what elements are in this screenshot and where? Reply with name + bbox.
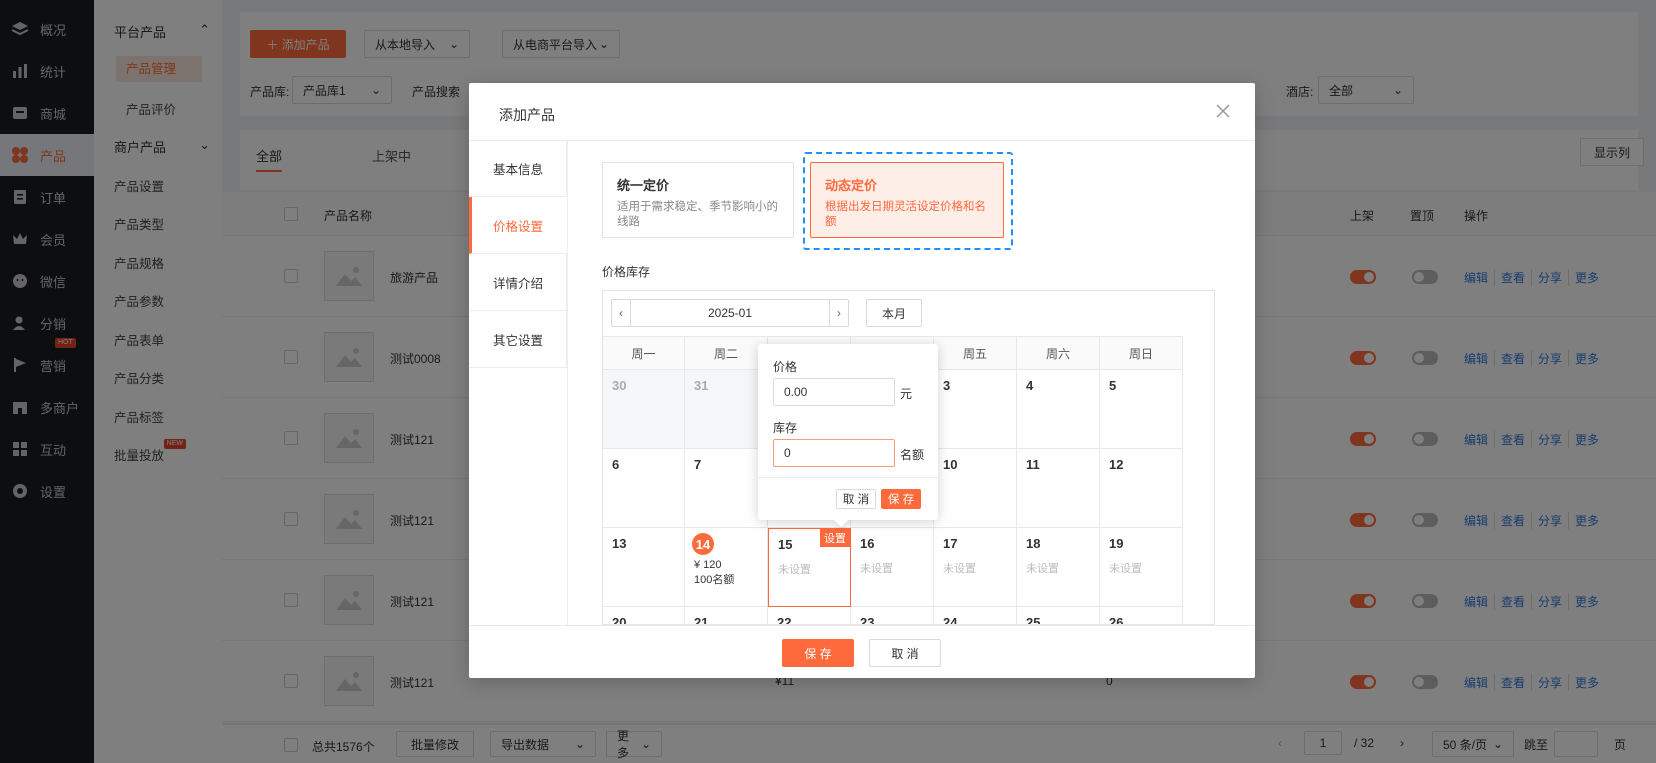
pricing-option-uniform[interactable]: 统一定价 适用于需求稳定、季节影响小的线路 — [602, 162, 794, 238]
calendar-day[interactable]: 14 ¥ 120 100名额 — [685, 528, 768, 607]
unset-label: 未设置 — [1026, 563, 1059, 575]
stock-label: 库存 — [773, 421, 798, 435]
tab-price-settings[interactable]: 价格设置 — [469, 197, 567, 254]
tab-detail[interactable]: 详情介绍 — [469, 254, 567, 311]
day-stock: 100名额 — [694, 574, 735, 586]
tab-basic-info[interactable]: 基本信息 — [469, 140, 567, 197]
calendar-day[interactable]: 23 — [851, 607, 934, 624]
calendar-day[interactable]: 21 — [685, 607, 768, 624]
close-icon[interactable] — [1213, 101, 1233, 121]
stock-input[interactable]: 0 — [773, 439, 895, 467]
weekday-header: 周五 — [934, 336, 1017, 370]
calendar-day[interactable]: 25 — [1017, 607, 1100, 624]
option-title: 动态定价 — [825, 178, 878, 193]
calendar-day[interactable]: 12 — [1100, 449, 1183, 528]
price-unit: 元 — [900, 387, 913, 401]
calendar-day[interactable]: 15 设置 未设置 — [768, 528, 851, 607]
this-month-button[interactable]: 本月 — [866, 299, 922, 327]
calendar-day[interactable]: 20 — [603, 607, 685, 624]
price-input[interactable]: 0.00 — [773, 378, 895, 406]
option-desc: 适用于需求稳定、季节影响小的线路 — [617, 201, 778, 228]
calendar-day[interactable]: 10 — [934, 449, 1017, 528]
weekday-header: 周日 — [1100, 336, 1183, 370]
weekday-header: 周一 — [603, 336, 685, 370]
dialog-save-button[interactable]: 保 存 — [782, 639, 854, 667]
divider — [469, 140, 1255, 141]
option-desc: 根据出发日期灵活设定价格和名额 — [825, 201, 986, 228]
unset-label: 未设置 — [1109, 563, 1142, 575]
divider — [567, 140, 568, 626]
option-title: 统一定价 — [617, 178, 670, 193]
calendar-day[interactable]: 17 未设置 — [934, 528, 1017, 607]
day-price: ¥ 120 — [694, 559, 722, 571]
calendar-day[interactable]: 30 — [603, 370, 685, 449]
calendar-day[interactable]: 26 — [1100, 607, 1183, 624]
set-tag[interactable]: 设置 — [820, 529, 850, 547]
calendar-day[interactable]: 16 未设置 — [851, 528, 934, 607]
divider — [469, 625, 1255, 626]
today-marker: 14 — [692, 533, 714, 555]
price-label: 价格 — [773, 360, 798, 374]
stock-unit: 名额 — [900, 448, 925, 462]
weekday-header: 周二 — [685, 336, 768, 370]
pricing-option-dynamic[interactable]: 动态定价 根据出发日期灵活设定价格和名额 — [810, 162, 1004, 238]
dialog-title: 添加产品 — [499, 107, 555, 123]
divider — [758, 477, 938, 478]
popover-cancel-button[interactable]: 取 消 — [836, 489, 876, 509]
calendar-day[interactable]: 3 — [934, 370, 1017, 449]
calendar-day[interactable]: 31 — [685, 370, 768, 449]
tab-other-settings[interactable]: 其它设置 — [469, 311, 567, 368]
calendar-day[interactable]: 19 未设置 — [1100, 528, 1183, 607]
calendar-day[interactable]: 5 — [1100, 370, 1183, 449]
popover-save-button[interactable]: 保 存 — [881, 489, 921, 509]
calendar-day[interactable]: 7 — [685, 449, 768, 528]
unset-label: 未设置 — [778, 564, 811, 576]
calendar-day[interactable]: 18 未设置 — [1017, 528, 1100, 607]
calendar-day[interactable]: 11 — [1017, 449, 1100, 528]
calendar-day[interactable]: 22 — [768, 607, 851, 624]
unset-label: 未设置 — [860, 563, 893, 575]
section-title: 价格库存 — [602, 265, 651, 279]
calendar-day[interactable]: 13 — [603, 528, 685, 607]
calendar-day[interactable]: 24 — [934, 607, 1017, 624]
prev-month-button[interactable]: ‹ — [611, 299, 631, 327]
day-setting-popover: 价格 0.00 元 库存 0 名额 取 消 保 存 — [758, 344, 938, 528]
next-month-button[interactable]: › — [829, 299, 849, 327]
calendar-day[interactable]: 4 — [1017, 370, 1100, 449]
weekday-header: 周六 — [1017, 336, 1100, 370]
unset-label: 未设置 — [943, 563, 976, 575]
dialog-cancel-button[interactable]: 取 消 — [869, 639, 941, 667]
calendar-day[interactable]: 6 — [603, 449, 685, 528]
month-display[interactable]: 2025-01 — [630, 299, 830, 327]
